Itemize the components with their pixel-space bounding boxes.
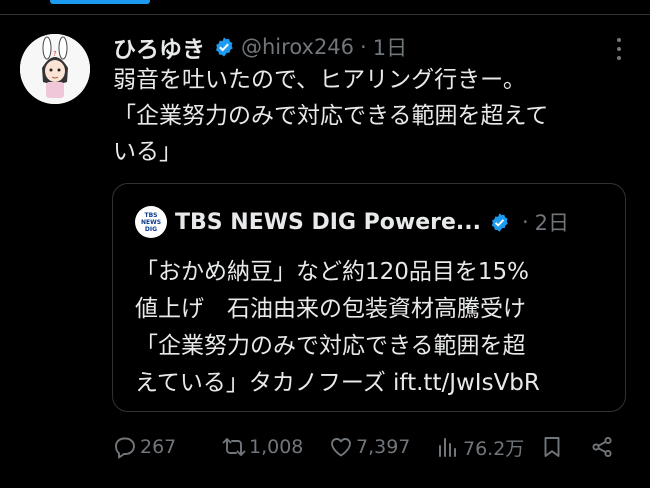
avatar[interactable]: ? [20,34,90,104]
reply-count: 267 [140,436,177,458]
like-icon [331,438,351,457]
active-tab-indicator [50,0,150,4]
retweet-icon [222,438,246,456]
quoted-tweet-text: 「おかめ納豆」など約120品目を15% 値上げ 石油由来の包装資材高騰受け 「企… [135,254,615,402]
quoted-avatar[interactable]: TBS NEWS DIG [135,206,167,238]
svg-text:?: ? [53,50,57,58]
like-count: 7,397 [356,436,411,458]
quoted-text-line: えている」タカノフーズ ift.tt/JwIsVbR [135,370,540,396]
tweet-text-line: 弱音を吐いたので、ヒアリング行きー。 [113,67,526,93]
views-icon [439,438,456,457]
quoted-timestamp[interactable]: 2日 [535,207,569,237]
quoted-tweet-card[interactable]: TBS NEWS DIG TBS NEWS DIG Powere... · 2日… [112,183,626,412]
handle[interactable]: @hirox246 [241,35,354,59]
share-icon [592,436,612,458]
retweet-count: 1,008 [249,436,304,458]
bookmark-button[interactable] [540,430,567,464]
quoted-text-line: 「企業努力のみで対応できる範囲を超 [135,333,526,359]
divider [0,14,650,15]
quoted-text-line: 値上げ 石油由来の包装資材高騰受け [135,296,526,322]
verified-badge-icon [491,212,508,232]
logo-text: NEWS [140,218,162,226]
bookmark-icon [544,437,560,457]
reply-button[interactable]: 267 [113,430,176,464]
separator-dot: · [521,210,529,234]
display-name[interactable]: ひろゆき [113,30,205,64]
action-bar: 267 1,008 7,397 76.2万 [113,430,618,464]
tweet-text-line: いる」 [113,139,182,165]
share-button[interactable] [590,430,617,464]
timestamp[interactable]: 1日 [373,32,407,62]
quoted-display-name[interactable]: TBS NEWS DIG Powere... [175,210,481,235]
avatar-illustration: ? [20,34,90,104]
quoted-text-line: 「おかめ納豆」など約120品目を15% [135,259,530,285]
views-button[interactable]: 76.2万 [436,430,524,464]
tweet-text: 弱音を吐いたので、ヒアリング行きー。 「企業努力のみで対応できる範囲を超えて い… [113,62,633,170]
logo-text: TBS [144,211,158,219]
logo-text: DIG [144,225,158,233]
tweet-text-line: 「企業努力のみで対応できる範囲を超えて [113,103,549,129]
verified-badge-icon [215,37,233,57]
quoted-tweet-header: TBS NEWS DIG TBS NEWS DIG Powere... · 2日 [135,206,569,238]
tweet-header: ひろゆき @hirox246 · 1日 [113,30,630,64]
like-button[interactable]: 7,397 [329,430,410,464]
view-count: 76.2万 [463,437,525,460]
separator-dot: · [360,35,367,59]
reply-icon [115,437,135,459]
retweet-button[interactable]: 1,008 [222,430,303,464]
more-icon[interactable] [616,38,622,60]
